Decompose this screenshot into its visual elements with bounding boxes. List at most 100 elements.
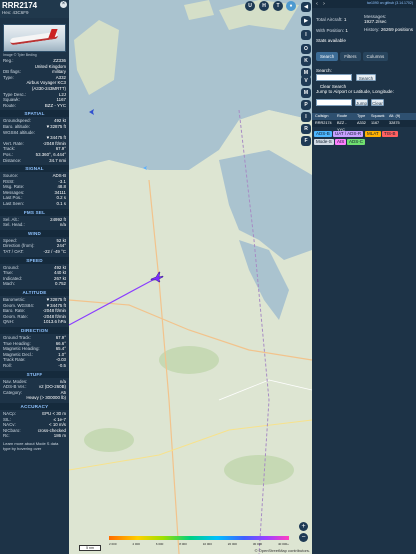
map-view[interactable]: U H T ● ◀ ▶ I O K M V M P I R F + − 2 00… bbox=[69, 0, 312, 554]
registration-block: Reg.: ZZ336 United Kingdom DB flags: militar… bbox=[0, 58, 69, 108]
expand-right-icon[interactable]: ▶ bbox=[301, 16, 311, 26]
info-row: QNH: 1013.6 hPa bbox=[0, 319, 69, 325]
with-position: With Position: 1 bbox=[316, 28, 348, 33]
alt-label: 8 000 bbox=[179, 542, 187, 546]
map-scale: 5 nm bbox=[79, 545, 101, 551]
info-key: Mach: bbox=[3, 281, 15, 287]
side-button-o[interactable]: O bbox=[301, 44, 311, 54]
zoom-in-button[interactable]: + bbox=[299, 522, 308, 531]
side-button-v[interactable]: V bbox=[301, 76, 311, 86]
side-button-k[interactable]: K bbox=[301, 56, 311, 66]
side-button-r[interactable]: R bbox=[301, 124, 311, 134]
direction-block: Ground Track: 67.9° True Heading: 66.6° Magn… bbox=[0, 335, 69, 369]
info-value: ▼32875 ft bbox=[45, 123, 66, 129]
alt-label: 4 000 bbox=[132, 542, 140, 546]
osm-attribution[interactable]: © OpenStreetMap contributors. bbox=[255, 548, 310, 553]
map-button-h[interactable]: H bbox=[259, 1, 269, 11]
column-header[interactable]: Alt. (ft) bbox=[386, 113, 410, 120]
cell-type: A332 bbox=[357, 121, 366, 125]
filter-mlat[interactable]: MLAT bbox=[365, 131, 381, 137]
column-header[interactable]: Route bbox=[334, 113, 354, 120]
info-row: Roll: -0.5 bbox=[0, 363, 69, 369]
hex-code: 43C6F9 bbox=[12, 10, 29, 15]
info-key: Distance: bbox=[3, 157, 22, 163]
fms-block: Sel. Alt.: 24992 ft Sel. Head.: n/a bbox=[0, 217, 69, 228]
side-button-i[interactable]: I bbox=[301, 30, 311, 40]
info-value: n/a bbox=[59, 222, 66, 228]
info-row: Mach: 0.752 bbox=[0, 281, 69, 287]
map-layers-icon[interactable]: ● bbox=[286, 1, 296, 11]
jump-input[interactable] bbox=[316, 99, 352, 106]
close-icon[interactable]: × bbox=[60, 1, 67, 8]
selected-aircraft-icon[interactable] bbox=[150, 270, 164, 284]
signal-block: Source: ADS-B RSSI: -3.1 Msg. Rate: 48.8 Messa… bbox=[0, 173, 69, 207]
hex-label: Hex: bbox=[2, 10, 12, 15]
tab-columns[interactable]: Columns bbox=[362, 52, 389, 61]
tab-filters[interactable]: Filters bbox=[340, 52, 361, 61]
hex-line: Hex: 43C6F9 bbox=[2, 10, 67, 15]
callsign: RRR2174 bbox=[2, 1, 38, 10]
alt-label: 20 000 bbox=[227, 542, 237, 546]
sidebar-panel: ‹ › tar1090 on github (3.14.1702) Total … bbox=[312, 0, 416, 554]
section-signal: SIGNAL bbox=[0, 165, 69, 173]
info-row: Last Seen: 0.1 s bbox=[0, 201, 69, 207]
section-spatial: SPATIAL bbox=[0, 110, 69, 118]
info-value: 1013.6 hPa bbox=[43, 319, 66, 325]
info-key: WGS84 altitude: bbox=[3, 129, 35, 135]
altitude-color-legend bbox=[109, 536, 289, 540]
section-direction: DIRECTION bbox=[0, 326, 69, 334]
table-row[interactable]: RRR2174 BZZ - YYC A332 1167 32875 bbox=[312, 120, 416, 132]
spatial-block: Groundspeed: 492 kt Baro. altitude: ▼32875 … bbox=[0, 118, 69, 163]
info-value: Heavy (> 300000 lb) bbox=[26, 395, 66, 401]
info-key: Last Seen: bbox=[3, 201, 24, 207]
tab-search[interactable]: Search bbox=[316, 52, 339, 61]
aircraft-photo[interactable] bbox=[3, 24, 66, 52]
side-button-m2[interactable]: M bbox=[301, 88, 311, 98]
info-row: Distance: 34.7 nmi bbox=[0, 158, 69, 164]
column-header[interactable]: Callsign bbox=[312, 113, 334, 120]
altitude-block: Barometric: ▼32875 ft Geom. WGS84: ▼34475 f… bbox=[0, 297, 69, 325]
section-speed: SPEED bbox=[0, 256, 69, 264]
altitude-legend-labels: 2 000 4 000 6 000 8 000 10 000 20 000 30… bbox=[109, 542, 289, 546]
filter-adsc[interactable]: ADS-C bbox=[347, 139, 366, 145]
map-button-t[interactable]: T bbox=[273, 1, 283, 11]
info-value: BZZ - YYC bbox=[44, 102, 66, 108]
clear-search-button[interactable]: Clear Search bbox=[316, 82, 350, 89]
filter-ais[interactable]: AIS bbox=[335, 139, 347, 145]
jump-button[interactable]: Jump bbox=[355, 99, 368, 106]
zoom-out-button[interactable]: − bbox=[299, 533, 308, 542]
info-value: 0.1 s bbox=[56, 201, 66, 207]
collapse-left-icon[interactable]: ◀ bbox=[301, 2, 311, 12]
alt-label: 2 000 bbox=[109, 542, 117, 546]
info-row: Heavy (> 300000 lb) bbox=[0, 395, 69, 401]
cell-callsign: RRR2174 bbox=[315, 121, 332, 125]
filter-uat[interactable]: UAT / ADS-R bbox=[333, 131, 364, 137]
stats-available[interactable]: Stats available bbox=[316, 38, 346, 43]
accuracy-block: NACp: EPU < 30 m SIL: ≤ 1e-7 NACv: < 10 m/s NI… bbox=[0, 411, 69, 439]
filter-modes[interactable]: Mode-S bbox=[314, 139, 334, 145]
messages-rate: Messages: 1927.2/sec bbox=[364, 14, 387, 24]
info-value: 186 m bbox=[53, 433, 66, 439]
github-link[interactable]: tar1090 on github (3.14.1702) bbox=[367, 1, 413, 5]
search-input[interactable] bbox=[316, 74, 352, 81]
info-value: 0.752 bbox=[55, 281, 66, 287]
side-button-f[interactable]: F bbox=[301, 136, 311, 146]
clear-button[interactable]: Clear bbox=[371, 99, 384, 106]
side-button-i2[interactable]: I bbox=[301, 112, 311, 122]
sidebar-tabs: Search Filters Columns bbox=[316, 52, 389, 61]
info-header: RRR2174 Hex: 43C6F9 × bbox=[0, 0, 69, 18]
filter-adsb[interactable]: ADS-B bbox=[314, 131, 332, 137]
column-header[interactable]: Squawk bbox=[368, 113, 386, 120]
chevron-right-icon[interactable]: › bbox=[321, 1, 327, 7]
map-button-u[interactable]: U bbox=[245, 1, 255, 11]
info-key: Route: bbox=[3, 102, 16, 108]
speed-block: Ground: 492 kt True: 440 kt Indicated: 267 kt… bbox=[0, 265, 69, 287]
aircraft-info-panel: RRR2174 Hex: 43C6F9 × Image © Tyler Bedi… bbox=[0, 0, 69, 554]
stuff-block: Nav. Modes: n/a ADS-B Ver.: v2 (DO-260B) Cat… bbox=[0, 379, 69, 401]
side-button-p[interactable]: P bbox=[301, 100, 311, 110]
alt-label: 10 000 bbox=[202, 542, 212, 546]
filter-tisb[interactable]: TIS-B bbox=[382, 131, 398, 137]
chevron-left-icon[interactable]: ‹ bbox=[314, 1, 320, 7]
search-button[interactable]: Search bbox=[356, 74, 376, 81]
column-header[interactable]: Type bbox=[354, 113, 368, 120]
